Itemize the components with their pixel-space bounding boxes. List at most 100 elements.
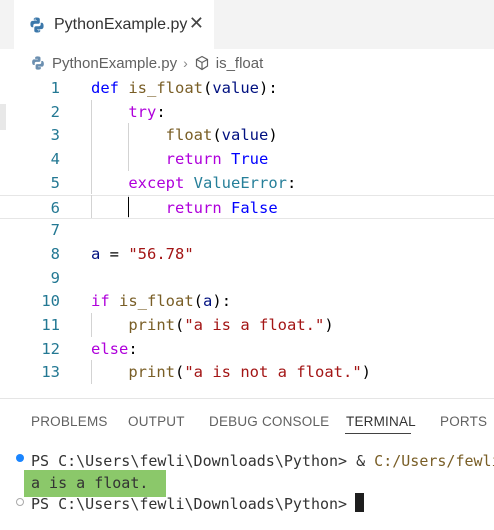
indent-guide	[91, 194, 92, 219]
code-token: print	[128, 316, 175, 334]
code-line[interactable]: 9	[0, 266, 494, 290]
code-token: def	[91, 79, 119, 97]
indent-guide	[91, 313, 92, 337]
code-line[interactable]: 4 return True	[0, 147, 494, 171]
code-token: print	[128, 363, 175, 382]
code-token: =	[100, 244, 129, 263]
close-icon[interactable]: ✕	[189, 14, 204, 34]
python-file-icon	[30, 17, 44, 32]
code-token: try	[128, 102, 157, 121]
text-cursor	[128, 196, 130, 217]
command-pending-dot-icon[interactable]	[16, 498, 24, 506]
code-line[interactable]: 3 float(value)	[0, 123, 494, 147]
command-success-dot-icon[interactable]	[16, 454, 24, 462]
code-text: a = "56.78"	[91, 242, 194, 266]
code-editor[interactable]: 1 def is_float(value): 2 try: 3 float(value…	[0, 76, 494, 396]
panel-tab-bar: PROBLEMS OUTPUT DEBUG CONSOLE TERMINAL P…	[0, 404, 494, 440]
code-token: :	[128, 339, 138, 358]
line-number: 3	[50, 126, 60, 145]
code-token: ValueError	[193, 173, 287, 192]
code-token: is_float	[128, 79, 203, 97]
code-line[interactable]: 10 if is_float(a):	[0, 289, 494, 313]
code-token: (	[175, 363, 185, 382]
code-text: float(value)	[91, 123, 278, 147]
terminal-cursor	[355, 493, 364, 512]
tab-terminal[interactable]: TERMINAL	[346, 414, 416, 429]
line-number: 10	[41, 292, 60, 311]
code-token: return	[165, 150, 222, 169]
indent-guide	[91, 99, 92, 124]
python-file-icon	[32, 56, 44, 70]
code-token: is_float	[119, 292, 194, 311]
code-line[interactable]: 8 a = "56.78"	[0, 242, 494, 266]
line-number: 12	[41, 339, 60, 358]
code-line[interactable]: 7	[0, 218, 494, 242]
tab-problems[interactable]: PROBLEMS	[31, 414, 108, 429]
breadcrumb-file[interactable]: PythonExample.py	[52, 55, 177, 72]
line-number: 9	[50, 268, 60, 287]
code-line[interactable]: 5 except ValueError:	[0, 171, 494, 195]
code-token: ):	[212, 292, 232, 311]
code-line[interactable]: 11 print("a is a float.")	[0, 313, 494, 337]
code-token: (	[175, 316, 185, 334]
code-token: False	[231, 198, 278, 217]
terminal-command-path: C:/Users/fewli	[374, 452, 494, 470]
code-token: float	[165, 126, 213, 145]
breadcrumb-symbol[interactable]: is_float	[216, 55, 264, 72]
indent-guide	[91, 123, 92, 148]
code-line[interactable]: 13 print("a is not a float.")	[0, 360, 494, 384]
code-token: a	[91, 244, 101, 263]
indent-guide	[128, 147, 130, 171]
code-token: (	[203, 79, 213, 97]
indent-guide	[91, 360, 92, 385]
code-token: a	[203, 292, 213, 311]
code-text: print("a is not a float.")	[91, 360, 371, 384]
terminal-command-amp: &	[356, 452, 375, 470]
code-token: (	[193, 292, 204, 311]
line-number: 5	[50, 173, 60, 192]
tab-output[interactable]: OUTPUT	[128, 414, 185, 429]
code-line[interactable]: 6 return False	[0, 194, 494, 220]
line-number: 1	[50, 79, 60, 97]
code-token: "a is a float."	[184, 316, 325, 334]
code-line[interactable]: 2 try:	[0, 100, 494, 124]
breadcrumb-separator: ›	[183, 55, 188, 71]
line-number: 8	[50, 244, 60, 263]
code-text: print("a is a float.")	[91, 313, 334, 337]
terminal-prompt-line: PS C:\Users\fewli\Downloads\Python>	[31, 495, 357, 513]
code-token: "a is not a float."	[184, 363, 362, 382]
code-text: return True	[91, 147, 269, 171]
tab-pythonexample[interactable]: PythonExample.py ✕	[14, 0, 214, 49]
code-text: if is_float(a):	[91, 289, 231, 313]
code-line[interactable]: 1 def is_float(value):	[0, 76, 494, 100]
line-number: 7	[50, 221, 60, 240]
code-token: if	[91, 292, 110, 311]
tab-debug-console[interactable]: DEBUG CONSOLE	[209, 414, 329, 429]
line-number: 6	[50, 198, 60, 217]
line-number: 13	[41, 363, 60, 382]
active-tab-indicator	[345, 433, 411, 434]
code-token: )	[268, 126, 278, 145]
code-token: )	[361, 363, 371, 382]
code-token: :	[287, 173, 297, 192]
terminal-command-line: PS C:\Users\fewli\Downloads\Python> & C:…	[31, 450, 494, 472]
tab-ports[interactable]: PORTS	[440, 414, 487, 429]
code-text: else:	[91, 337, 138, 361]
code-token: )	[324, 316, 334, 334]
code-text: return False	[91, 196, 278, 220]
terminal-prompt: PS C:\Users\fewli\Downloads\Python>	[31, 452, 357, 470]
tab-filename: PythonExample.py	[54, 15, 188, 33]
code-line[interactable]: 12 else:	[0, 337, 494, 361]
line-number: 2	[50, 102, 60, 121]
code-text: except ValueError:	[91, 171, 296, 195]
line-number: 4	[50, 150, 60, 169]
indent-guide	[91, 170, 92, 195]
line-number: 11	[41, 316, 60, 334]
indent-guide	[128, 123, 130, 148]
